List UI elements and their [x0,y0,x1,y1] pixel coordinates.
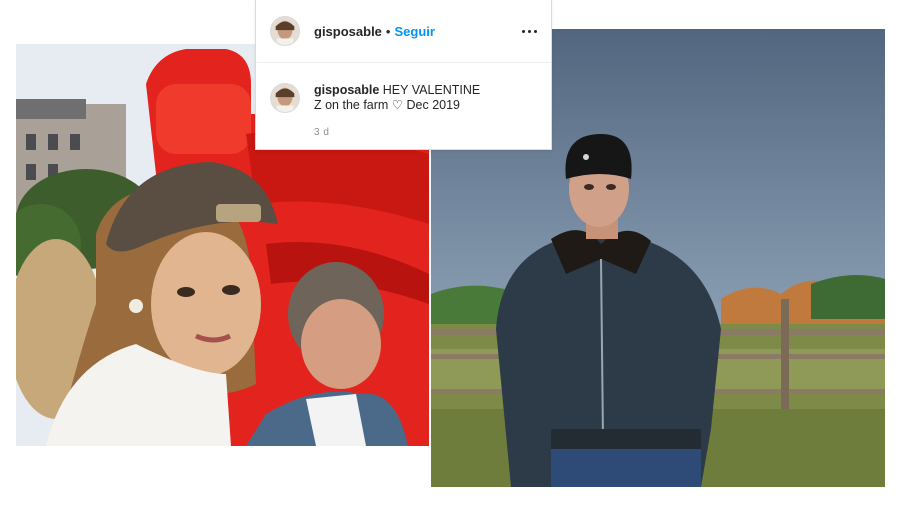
follow-button[interactable]: Seguir [394,24,434,39]
header-username[interactable]: gisposable [314,24,382,39]
caption-username[interactable]: gisposable [314,83,379,97]
post-header: gisposable • Seguir [256,0,551,63]
avatar[interactable] [270,16,300,46]
post-caption: gisposable HEY VALENTINE Z on the farm ♡… [314,83,514,140]
caption-line-2: Z on the farm ♡ Dec 2019 [314,98,460,112]
instagram-post-card: gisposable • Seguir gisposable HEY VALEN… [255,0,552,150]
caption-line-1: HEY VALENTINE [382,83,481,97]
more-horizontal-icon[interactable] [519,21,539,41]
post-caption-row: gisposable HEY VALENTINE Z on the farm ♡… [256,63,551,140]
separator-dot: • [385,23,391,39]
post-timestamp[interactable]: 3 d [314,125,514,140]
avatar-image [271,17,299,45]
caption-avatar[interactable] [270,83,300,113]
caption-avatar-image [271,84,299,112]
